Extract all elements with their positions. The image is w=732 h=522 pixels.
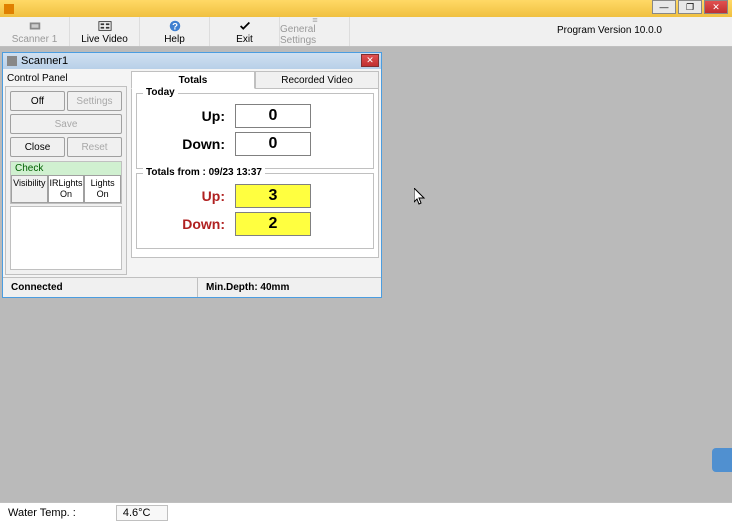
settings-button[interactable]: Settings <box>67 91 122 111</box>
toolbar-exit[interactable]: Exit <box>210 17 280 46</box>
scanner-icon <box>28 19 42 33</box>
check-legend: Check <box>11 162 121 175</box>
water-temp-label: Water Temp. : <box>8 507 76 519</box>
lights-button[interactable]: Lights On <box>84 175 121 203</box>
totals-from-group: Totals from : 09/23 13:37 Up: 3 Down: 2 <box>136 173 374 249</box>
status-min-depth: Min.Depth: 40mm <box>198 278 297 297</box>
maximize-button[interactable]: ❐ <box>678 0 702 14</box>
right-panel: Totals Recorded Video Today Up: 0 Down: … <box>131 71 379 275</box>
save-button[interactable]: Save <box>10 114 122 134</box>
totals-up-label: Up: <box>145 188 225 204</box>
toolbar-help-label: Help <box>164 34 185 45</box>
off-button[interactable]: Off <box>10 91 65 111</box>
toolbar-exit-label: Exit <box>236 34 253 45</box>
scanner-window-icon <box>7 56 17 66</box>
totals-down-value: 2 <box>235 212 311 236</box>
toolbar-scanner1-label: Scanner 1 <box>12 34 58 45</box>
toolbar-live-video[interactable]: Live Video <box>70 17 140 46</box>
toolbar-help[interactable]: ? Help <box>140 17 210 46</box>
window-controls: — ❐ ✕ <box>652 0 728 14</box>
side-widget-icon[interactable] <box>712 448 732 472</box>
video-icon <box>98 19 112 33</box>
scanner-status-bar: Connected Min.Depth: 40mm <box>3 277 381 297</box>
scanner-window: Scanner1 ✕ Control Panel Off Settings Sa… <box>2 52 382 298</box>
close-button[interactable]: ✕ <box>704 0 728 14</box>
toolbar-live-video-label: Live Video <box>81 34 128 45</box>
version-label: Program Version 10.0.0 <box>557 25 662 36</box>
status-connected: Connected <box>3 278 198 297</box>
today-up-label: Up: <box>145 108 225 124</box>
settings-icon <box>308 17 322 23</box>
visibility-button[interactable]: Visibility <box>11 175 48 203</box>
preview-box <box>10 206 122 270</box>
main-titlebar: — ❐ ✕ <box>0 0 732 17</box>
totals-up-value: 3 <box>235 184 311 208</box>
totals-down-label: Down: <box>145 216 225 232</box>
totals-from-label: Totals from : 09/23 13:37 <box>143 167 265 178</box>
tab-recorded-video[interactable]: Recorded Video <box>255 71 379 89</box>
app-icon <box>4 4 14 14</box>
today-down-value: 0 <box>235 132 311 156</box>
control-panel: Control Panel Off Settings Save Close Re… <box>5 71 127 275</box>
control-panel-title: Control Panel <box>5 71 127 86</box>
help-icon: ? <box>168 19 182 33</box>
today-up-value: 0 <box>235 104 311 128</box>
tab-content: Today Up: 0 Down: 0 Totals from : 09/23 … <box>131 89 379 258</box>
main-toolbar: Scanner 1 Live Video ? Help Exit General… <box>0 17 732 47</box>
toolbar-scanner1[interactable]: Scanner 1 <box>0 17 70 46</box>
toolbar-general-settings-label: General Settings <box>280 24 349 46</box>
scanner-window-title: Scanner1 <box>21 55 68 67</box>
today-group: Today Up: 0 Down: 0 <box>136 93 374 169</box>
today-down-label: Down: <box>145 136 225 152</box>
toolbar-general-settings[interactable]: General Settings <box>280 17 350 46</box>
close-scanner-button[interactable]: Close <box>10 137 65 157</box>
scanner-titlebar[interactable]: Scanner1 ✕ <box>3 53 381 69</box>
mouse-cursor-icon <box>414 188 426 206</box>
scanner-close-button[interactable]: ✕ <box>361 54 379 67</box>
bottom-status-bar: Water Temp. : 4.6°C <box>0 502 732 522</box>
svg-text:?: ? <box>172 21 178 32</box>
checkmark-icon <box>238 19 252 33</box>
water-temp-value: 4.6°C <box>116 505 168 521</box>
check-group: Check Visibility IRLights On Lights On <box>10 161 122 204</box>
today-label: Today <box>143 87 178 98</box>
irlights-button[interactable]: IRLights On <box>48 175 85 203</box>
minimize-button[interactable]: — <box>652 0 676 14</box>
reset-button[interactable]: Reset <box>67 137 122 157</box>
